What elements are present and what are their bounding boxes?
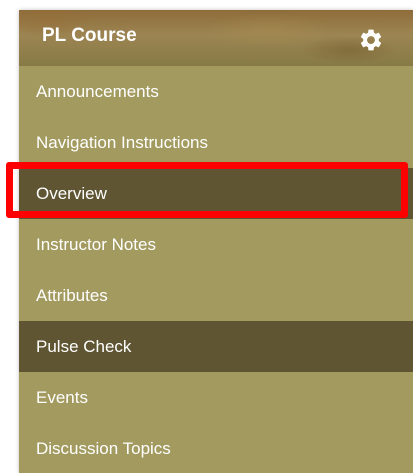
menu-item-label: Discussion Topics <box>36 439 171 458</box>
menu-item-label: Attributes <box>36 286 108 305</box>
menu-item-label: Announcements <box>36 82 159 101</box>
menu-item-attributes[interactable]: Attributes <box>19 270 413 321</box>
menu-item-label: Navigation Instructions <box>36 133 208 152</box>
course-title[interactable]: PL Course <box>42 24 137 48</box>
menu-item-label: Pulse Check <box>36 337 132 356</box>
course-menu-panel: PL Course Announcements Navigation Instr… <box>19 10 413 473</box>
menu-item-label: Instructor Notes <box>36 235 156 254</box>
menu-item-discussion-topics[interactable]: Discussion Topics <box>19 423 413 473</box>
menu-item-instructor-notes[interactable]: Instructor Notes <box>19 219 413 270</box>
menu-item-label: Overview <box>36 184 107 203</box>
menu-item-navigation-instructions[interactable]: Navigation Instructions <box>19 117 413 168</box>
menu-item-label: Events <box>36 388 88 407</box>
screenshot-stage: PL Course Announcements Navigation Instr… <box>0 0 413 473</box>
course-header: PL Course <box>19 10 413 66</box>
menu-item-pulse-check[interactable]: Pulse Check <box>19 321 413 372</box>
menu-item-announcements[interactable]: Announcements <box>19 66 413 117</box>
menu-item-events[interactable]: Events <box>19 372 413 423</box>
menu-item-overview[interactable]: Overview <box>19 168 413 219</box>
gear-icon[interactable] <box>358 27 384 53</box>
course-nav-menu: Announcements Navigation Instructions Ov… <box>19 66 413 473</box>
